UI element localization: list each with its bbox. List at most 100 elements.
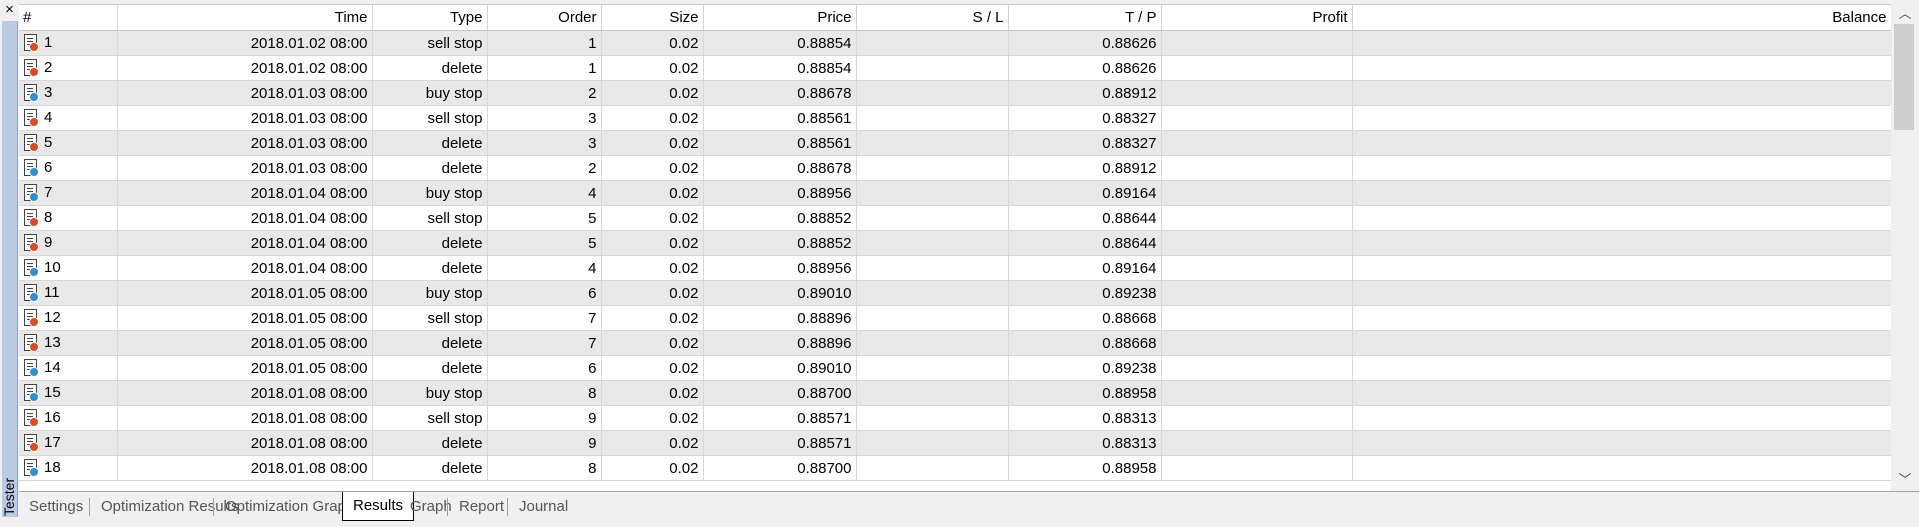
column-header-time[interactable]: Time bbox=[117, 5, 373, 31]
balance-cell bbox=[1352, 155, 1891, 181]
order-cell: 5 bbox=[487, 230, 602, 256]
results-grid: # Time Type Order Size Price S / L T / P… bbox=[19, 4, 1891, 491]
type-cell: delete bbox=[372, 130, 488, 156]
price-cell: 0.88852 bbox=[703, 205, 857, 231]
type-cell: buy stop bbox=[372, 80, 488, 106]
table-row[interactable]: 10 2018.01.04 08:00 delete 4 0.02 0.88956 0.89… bbox=[19, 255, 1891, 281]
tab-report[interactable]: Report bbox=[449, 494, 514, 520]
table-row[interactable]: 4 2018.01.03 08:00 sell stop 3 0.02 0.88561 0.… bbox=[19, 105, 1891, 131]
profit-cell bbox=[1161, 405, 1353, 431]
order-document-icon bbox=[23, 159, 39, 178]
profit-cell bbox=[1161, 130, 1353, 156]
time-cell: 2018.01.05 08:00 bbox=[117, 305, 373, 331]
table-row[interactable]: 14 2018.01.05 08:00 delete 6 0.02 0.89010 0.89… bbox=[19, 355, 1891, 381]
number-cell: 4 bbox=[19, 105, 118, 131]
order-cell: 6 bbox=[487, 355, 602, 381]
chevron-down-icon[interactable]: ﹀ bbox=[1891, 470, 1919, 490]
table-row[interactable]: 8 2018.01.04 08:00 sell stop 5 0.02 0.88852 0.… bbox=[19, 205, 1891, 231]
order-cell: 8 bbox=[487, 455, 602, 481]
column-header-profit[interactable]: Profit bbox=[1161, 5, 1353, 31]
column-header-price[interactable]: Price bbox=[703, 5, 857, 31]
time-cell: 2018.01.08 08:00 bbox=[117, 380, 373, 406]
buy-status-dot-icon bbox=[29, 467, 39, 478]
sell-status-dot-icon bbox=[29, 142, 39, 153]
table-row[interactable]: 11 2018.01.05 08:00 buy stop 6 0.02 0.89010 0.… bbox=[19, 280, 1891, 306]
type-cell: delete bbox=[372, 55, 488, 81]
price-cell: 0.89010 bbox=[703, 280, 857, 306]
balance-cell bbox=[1352, 355, 1891, 381]
table-row[interactable]: 5 2018.01.03 08:00 delete 3 0.02 0.88561 0.883… bbox=[19, 130, 1891, 156]
number-cell: 5 bbox=[19, 130, 118, 156]
chevron-up-icon[interactable]: ︿ bbox=[1891, 4, 1919, 24]
tab-divider bbox=[447, 498, 448, 516]
time-cell: 2018.01.03 08:00 bbox=[117, 105, 373, 131]
table-row[interactable]: 2 2018.01.02 08:00 delete 1 0.02 0.88854 0.886… bbox=[19, 55, 1891, 81]
tp-cell: 0.88626 bbox=[1008, 55, 1162, 81]
table-row[interactable]: 6 2018.01.03 08:00 delete 2 0.02 0.88678 0.889… bbox=[19, 155, 1891, 181]
table-row[interactable]: 18 2018.01.08 08:00 delete 8 0.02 0.88700 0.88… bbox=[19, 455, 1891, 481]
column-header-sl[interactable]: S / L bbox=[856, 5, 1009, 31]
time-cell: 2018.01.05 08:00 bbox=[117, 280, 373, 306]
table-row[interactable]: 9 2018.01.04 08:00 delete 5 0.02 0.88852 0.886… bbox=[19, 230, 1891, 256]
column-header-tp[interactable]: T / P bbox=[1008, 5, 1162, 31]
profit-cell bbox=[1161, 305, 1353, 331]
table-row[interactable]: 16 2018.01.08 08:00 sell stop 9 0.02 0.88571 0… bbox=[19, 405, 1891, 431]
order-cell: 7 bbox=[487, 330, 602, 356]
scroll-thumb[interactable] bbox=[1894, 24, 1914, 130]
table-row[interactable]: 17 2018.01.08 08:00 delete 9 0.02 0.88571 0.88… bbox=[19, 430, 1891, 456]
profit-cell bbox=[1161, 155, 1353, 181]
number-cell: 3 bbox=[19, 80, 118, 106]
table-row[interactable]: 15 2018.01.08 08:00 buy stop 8 0.02 0.88700 0.… bbox=[19, 380, 1891, 406]
price-cell: 0.88700 bbox=[703, 380, 857, 406]
price-cell: 0.88561 bbox=[703, 105, 857, 131]
column-header-size[interactable]: Size bbox=[601, 5, 704, 31]
table-row[interactable]: 1 2018.01.02 08:00 sell stop 1 0.02 0.88854 0.… bbox=[19, 30, 1891, 56]
row-number: 18 bbox=[44, 458, 61, 476]
row-number: 11 bbox=[44, 283, 60, 301]
order-document-icon bbox=[23, 84, 39, 103]
row-number: 15 bbox=[44, 383, 61, 401]
size-cell: 0.02 bbox=[601, 355, 704, 381]
column-header-balance[interactable]: Balance bbox=[1352, 5, 1891, 31]
column-header-type[interactable]: Type bbox=[372, 5, 488, 31]
table-row[interactable]: 13 2018.01.05 08:00 delete 7 0.02 0.88896 0.88… bbox=[19, 330, 1891, 356]
price-cell: 0.88956 bbox=[703, 255, 857, 281]
balance-cell bbox=[1352, 455, 1891, 481]
price-cell: 0.88700 bbox=[703, 455, 857, 481]
tab-journal[interactable]: Journal bbox=[509, 494, 578, 520]
table-row[interactable]: 3 2018.01.03 08:00 buy stop 2 0.02 0.88678 0.8… bbox=[19, 80, 1891, 106]
type-cell: sell stop bbox=[372, 305, 488, 331]
tp-cell: 0.88668 bbox=[1008, 305, 1162, 331]
side-bar bbox=[2, 21, 18, 517]
order-document-icon bbox=[23, 309, 39, 328]
table-row[interactable]: 12 2018.01.05 08:00 sell stop 7 0.02 0.88896 0… bbox=[19, 305, 1891, 331]
tab-settings[interactable]: Settings bbox=[19, 494, 93, 520]
number-cell: 18 bbox=[19, 455, 118, 481]
type-cell: buy stop bbox=[372, 380, 488, 406]
table-row[interactable]: 7 2018.01.04 08:00 buy stop 4 0.02 0.88956 0.8… bbox=[19, 180, 1891, 206]
row-number: 9 bbox=[44, 233, 53, 251]
price-cell: 0.88678 bbox=[703, 155, 857, 181]
balance-cell bbox=[1352, 405, 1891, 431]
sl-cell bbox=[856, 105, 1009, 131]
type-cell: delete bbox=[372, 155, 488, 181]
order-cell: 2 bbox=[487, 80, 602, 106]
number-cell: 11 bbox=[19, 280, 118, 306]
number-cell: 9 bbox=[19, 230, 118, 256]
profit-cell bbox=[1161, 455, 1353, 481]
time-cell: 2018.01.02 08:00 bbox=[117, 55, 373, 81]
close-icon[interactable]: × bbox=[1, 0, 18, 20]
column-header-number[interactable]: # bbox=[19, 5, 118, 31]
time-cell: 2018.01.05 08:00 bbox=[117, 355, 373, 381]
sl-cell bbox=[856, 180, 1009, 206]
balance-cell bbox=[1352, 105, 1891, 131]
sell-status-dot-icon bbox=[29, 417, 39, 428]
tp-cell: 0.89238 bbox=[1008, 280, 1162, 306]
column-header-order[interactable]: Order bbox=[487, 5, 602, 31]
profit-cell bbox=[1161, 30, 1353, 56]
size-cell: 0.02 bbox=[601, 130, 704, 156]
profit-cell bbox=[1161, 355, 1353, 381]
vertical-scrollbar[interactable]: ︿ ﹀ bbox=[1891, 4, 1919, 490]
price-cell: 0.88561 bbox=[703, 130, 857, 156]
row-number: 6 bbox=[44, 158, 53, 176]
